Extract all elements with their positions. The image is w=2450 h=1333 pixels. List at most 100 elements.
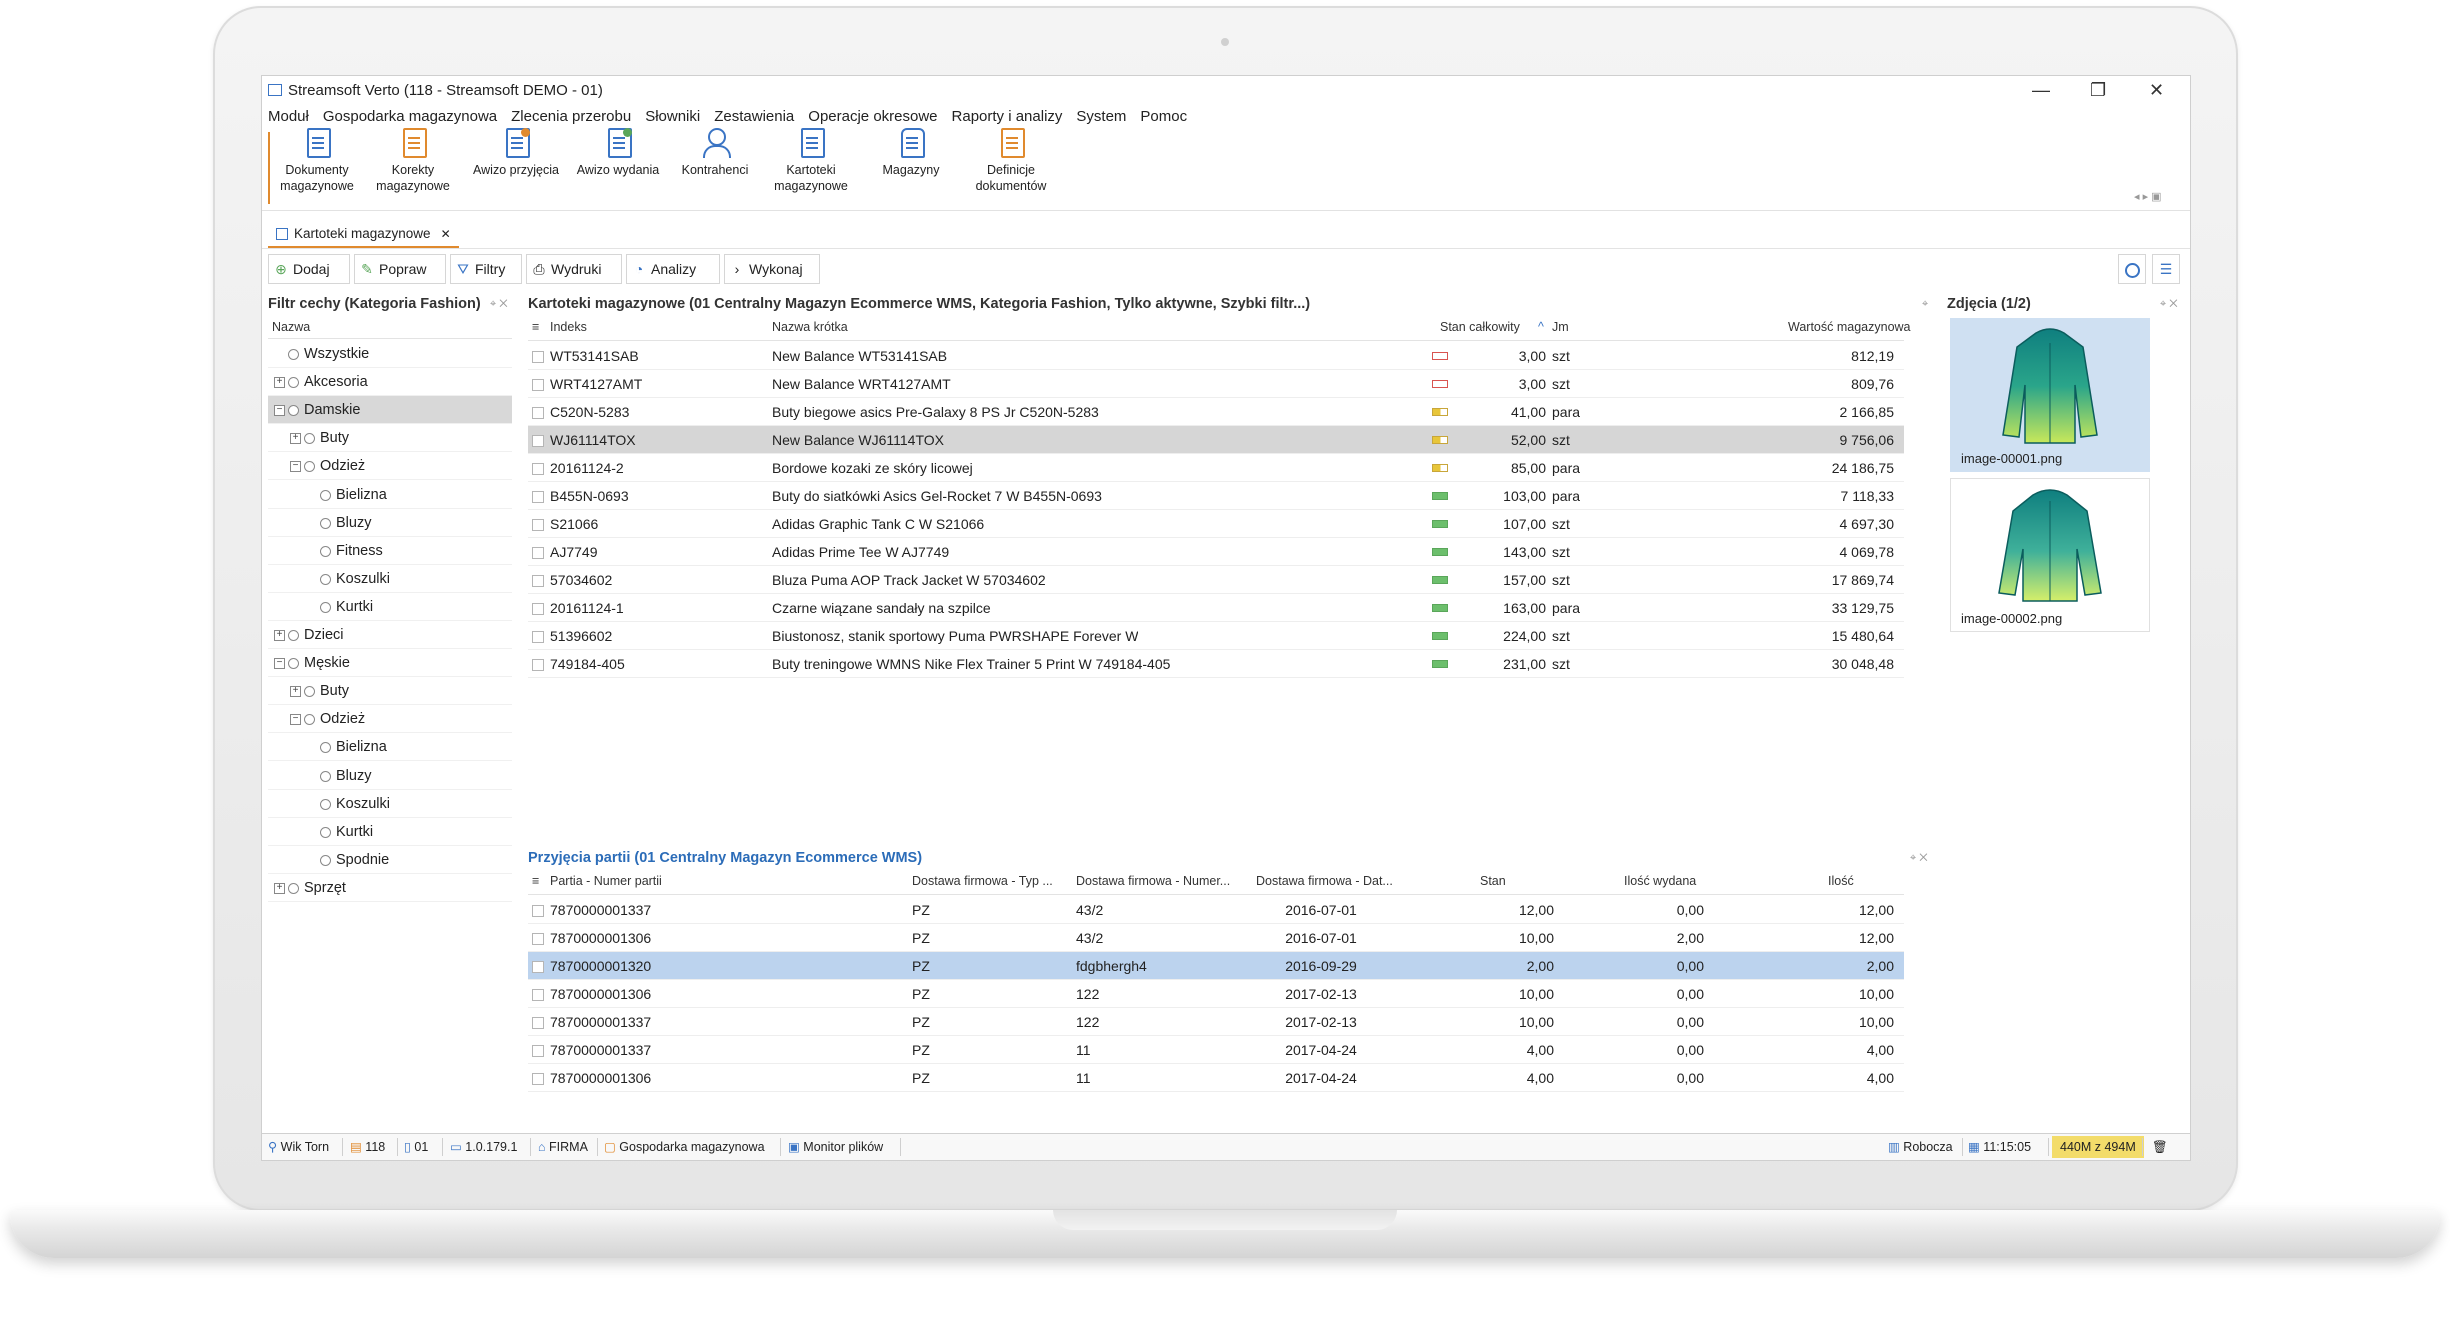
tree-item[interactable]: Koszulki <box>268 790 512 818</box>
radio-icon[interactable] <box>304 686 315 698</box>
edit-button[interactable]: ✎ Popraw <box>354 254 446 284</box>
menu-system[interactable]: System <box>1076 108 1126 125</box>
radio-icon[interactable] <box>288 377 299 389</box>
restore-button[interactable]: ❐ <box>2090 80 2106 101</box>
row-checkbox[interactable] <box>532 631 544 643</box>
row-checkbox[interactable] <box>532 1073 544 1085</box>
table-row[interactable]: WT53141SAB New Balance WT53141SAB 3,00 szt 8… <box>528 342 1904 370</box>
tree-item[interactable]: Bluzy <box>268 762 512 790</box>
column-value[interactable]: Wartość magazynowa <box>1788 320 1911 334</box>
ribbon-korekty-button[interactable]: Korekty magazynowe <box>368 128 458 194</box>
row-checkbox[interactable] <box>532 961 544 973</box>
status-db[interactable]: ▤ 118 <box>350 1134 385 1160</box>
tree-item[interactable]: Fitness <box>268 537 512 565</box>
menu-pomoc[interactable]: Pomoc <box>1140 108 1187 125</box>
batch-panel-controls[interactable]: ⌖ ✕ <box>1910 852 1928 865</box>
table-row[interactable]: 7870000001337 PZ 122 2017-02-13 10,00 0,00 10,… <box>528 1008 1904 1036</box>
analyses-button[interactable]: ◔ Analizy <box>626 254 720 284</box>
tree-item[interactable]: + Buty <box>268 424 512 452</box>
row-checkbox[interactable] <box>532 905 544 917</box>
column-type[interactable]: Dostawa firmowa - Typ ... <box>912 874 1053 888</box>
ribbon-magazyny-button[interactable]: Magazyny <box>866 128 956 178</box>
radio-icon[interactable] <box>320 770 331 782</box>
tree-item[interactable]: Wszystkie <box>268 340 512 368</box>
radio-icon[interactable] <box>320 854 331 866</box>
collapse-icon[interactable]: − <box>274 405 285 417</box>
ribbon-awizo-przyjecia-button[interactable]: Awizo przyjęcia <box>466 128 566 178</box>
menu-zestawienia[interactable]: Zestawienia <box>714 108 794 125</box>
menu-slowniki[interactable]: Słowniki <box>645 108 700 125</box>
status-company[interactable]: ⌂ FIRMA <box>538 1134 588 1160</box>
ribbon-kartoteki-button[interactable]: Kartoteki magazynowe <box>766 128 856 194</box>
radio-icon[interactable] <box>320 601 331 613</box>
column-index[interactable]: Indeks <box>550 320 587 334</box>
table-row[interactable]: C520N-5283 Buty biegowe asics Pre-Galaxy … <box>528 398 1904 426</box>
tree-item[interactable]: Koszulki <box>268 565 512 593</box>
tree-item[interactable]: Kurtki <box>268 818 512 846</box>
column-batch[interactable]: Partia - Numer partii <box>550 874 662 888</box>
radio-icon[interactable] <box>304 461 315 473</box>
row-checkbox[interactable] <box>532 603 544 615</box>
row-checkbox[interactable] <box>532 575 544 587</box>
expand-icon[interactable]: + <box>290 433 301 445</box>
collapse-icon[interactable]: − <box>290 714 301 726</box>
radio-icon[interactable] <box>288 349 299 360</box>
table-row[interactable]: 749184-405 Buty treningowe WMNS Nike Flex… <box>528 650 1904 678</box>
tree-item[interactable]: Kurtki <box>268 593 512 621</box>
tree-item[interactable]: + Buty <box>268 677 512 705</box>
row-menu-icon[interactable]: ≡ <box>532 320 539 334</box>
status-monitor[interactable]: ▣ Monitor plików <box>788 1134 883 1160</box>
menu-raporty[interactable]: Raporty i analizy <box>952 108 1063 125</box>
expand-icon[interactable]: + <box>274 882 285 894</box>
status-user[interactable]: ⚲ Wik Torn <box>268 1134 329 1160</box>
table-row[interactable]: 57034602 Bluza Puma AOP Track Jacket W 57… <box>528 566 1904 594</box>
radio-icon[interactable] <box>320 545 331 557</box>
menu-modul[interactable]: Moduł <box>268 108 309 125</box>
row-checkbox[interactable] <box>532 1045 544 1057</box>
row-checkbox[interactable] <box>532 659 544 671</box>
column-stan[interactable]: Stan <box>1480 874 1506 888</box>
row-checkbox[interactable] <box>532 435 544 447</box>
row-checkbox[interactable] <box>532 519 544 531</box>
tree-item[interactable]: + Akcesoria <box>268 368 512 396</box>
search-button[interactable] <box>2118 254 2146 284</box>
row-checkbox[interactable] <box>532 351 544 363</box>
row-checkbox[interactable] <box>532 547 544 559</box>
radio-icon[interactable] <box>320 517 331 529</box>
table-row[interactable]: 20161124-2 Bordowe kozaki ze skóry licowe… <box>528 454 1904 482</box>
tree-item[interactable]: Spodnie <box>268 846 512 874</box>
ribbon-dokumenty-button[interactable]: Dokumenty magazynowe <box>272 128 362 194</box>
radio-icon[interactable] <box>288 882 299 894</box>
tree-item[interactable]: + Dzieci <box>268 621 512 649</box>
prints-button[interactable]: ⎙ Wydruki <box>526 254 622 284</box>
status-workspace[interactable]: ▥ Robocza <box>1888 1134 1953 1160</box>
status-memory[interactable]: 440M z 494M <box>2052 1136 2144 1158</box>
table-row[interactable]: 7870000001306 PZ 43/2 2016-07-01 10,00 2,00 12… <box>528 924 1904 952</box>
minimize-button[interactable]: — <box>2032 80 2050 101</box>
collapse-icon[interactable]: − <box>290 461 301 473</box>
tree-item[interactable]: − Damskie <box>268 396 512 425</box>
column-qty[interactable]: Ilość <box>1828 874 1854 888</box>
add-button[interactable]: ⊕ Dodaj <box>268 254 350 284</box>
tree-item[interactable]: − Odzież <box>268 452 512 480</box>
tree-item[interactable]: − Odzież <box>268 705 512 733</box>
tree-item[interactable]: Bielizna <box>268 481 512 509</box>
batch-row-menu-icon[interactable]: ≡ <box>532 874 539 888</box>
ribbon-nav-arrows[interactable]: ◂ ▸ ▣ <box>2134 190 2162 203</box>
filter-panel-controls[interactable]: ⌖ ✕ <box>490 298 508 311</box>
table-row[interactable]: S21066 Adidas Graphic Tank C W S21066 107,… <box>528 510 1904 538</box>
expand-icon[interactable]: + <box>290 686 301 698</box>
tree-item[interactable]: − Męskie <box>268 649 512 677</box>
status-version[interactable]: ▭ 1.0.179.1 <box>450 1134 517 1160</box>
row-checkbox[interactable] <box>532 491 544 503</box>
row-checkbox[interactable] <box>532 407 544 419</box>
tab-close-icon[interactable]: ✕ <box>441 227 451 241</box>
radio-icon[interactable] <box>288 630 299 641</box>
column-stock[interactable]: Stan całkowity <box>1440 320 1520 334</box>
row-checkbox[interactable] <box>532 463 544 475</box>
table-row[interactable]: 20161124-1 Czarne wiązane sandały na szpi… <box>528 594 1904 622</box>
row-checkbox[interactable] <box>532 1017 544 1029</box>
radio-icon[interactable] <box>304 714 315 726</box>
table-row[interactable]: 7870000001320 PZ fdgbhergh4 2016-09-29 2,00 0… <box>528 952 1904 980</box>
ribbon-kontrahenci-button[interactable]: Kontrahenci <box>670 128 760 178</box>
